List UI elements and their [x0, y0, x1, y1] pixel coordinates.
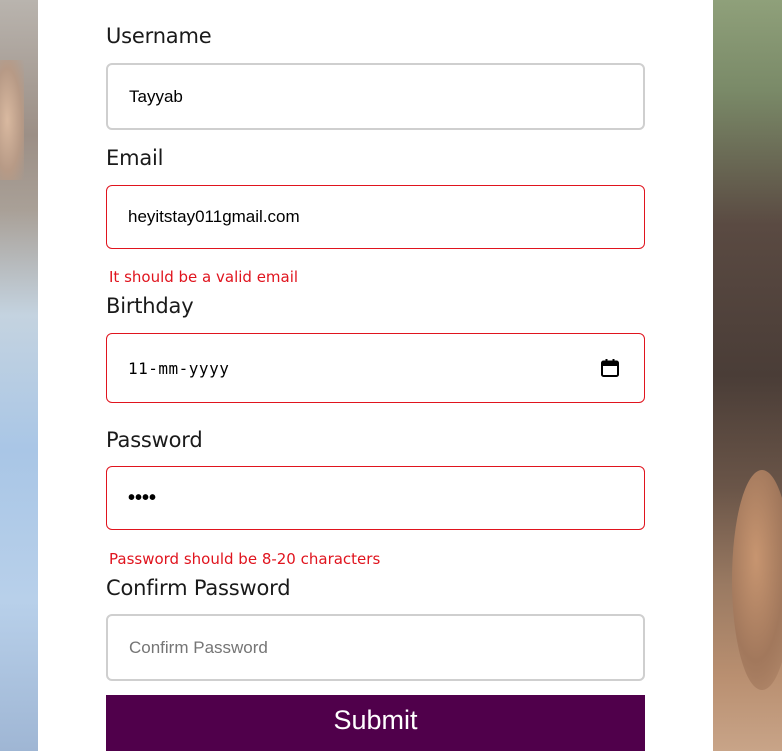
password-value: ••••	[128, 487, 157, 509]
email-error: It should be a valid email	[109, 268, 299, 286]
email-label: Email	[106, 146, 164, 170]
confirm-password-label: Confirm Password	[106, 576, 291, 600]
submit-button[interactable]: Submit	[106, 695, 645, 751]
calendar-icon[interactable]	[600, 358, 620, 378]
username-value: Tayyab	[129, 86, 183, 106]
signup-form: Username Tayyab Email heyitstay011gmail.…	[38, 0, 713, 751]
background-photo-right	[713, 0, 782, 751]
confirm-password-input[interactable]: Confirm Password	[106, 614, 645, 681]
username-input[interactable]: Tayyab	[106, 63, 645, 130]
password-error: Password should be 8-20 characters	[109, 550, 381, 568]
password-input[interactable]: ••••	[106, 466, 645, 530]
birthday-value: 11-mm-yyyy	[128, 358, 230, 378]
confirm-password-placeholder: Confirm Password	[129, 637, 268, 657]
page: Username Tayyab Email heyitstay011gmail.…	[0, 0, 782, 751]
email-value: heyitstay011gmail.com	[128, 207, 300, 226]
background-photo-left	[0, 0, 38, 751]
password-label: Password	[106, 428, 203, 452]
birthday-input[interactable]: 11-mm-yyyy	[106, 333, 645, 403]
email-input[interactable]: heyitstay011gmail.com	[106, 185, 645, 249]
username-label: Username	[106, 24, 212, 48]
birthday-label: Birthday	[106, 294, 194, 318]
